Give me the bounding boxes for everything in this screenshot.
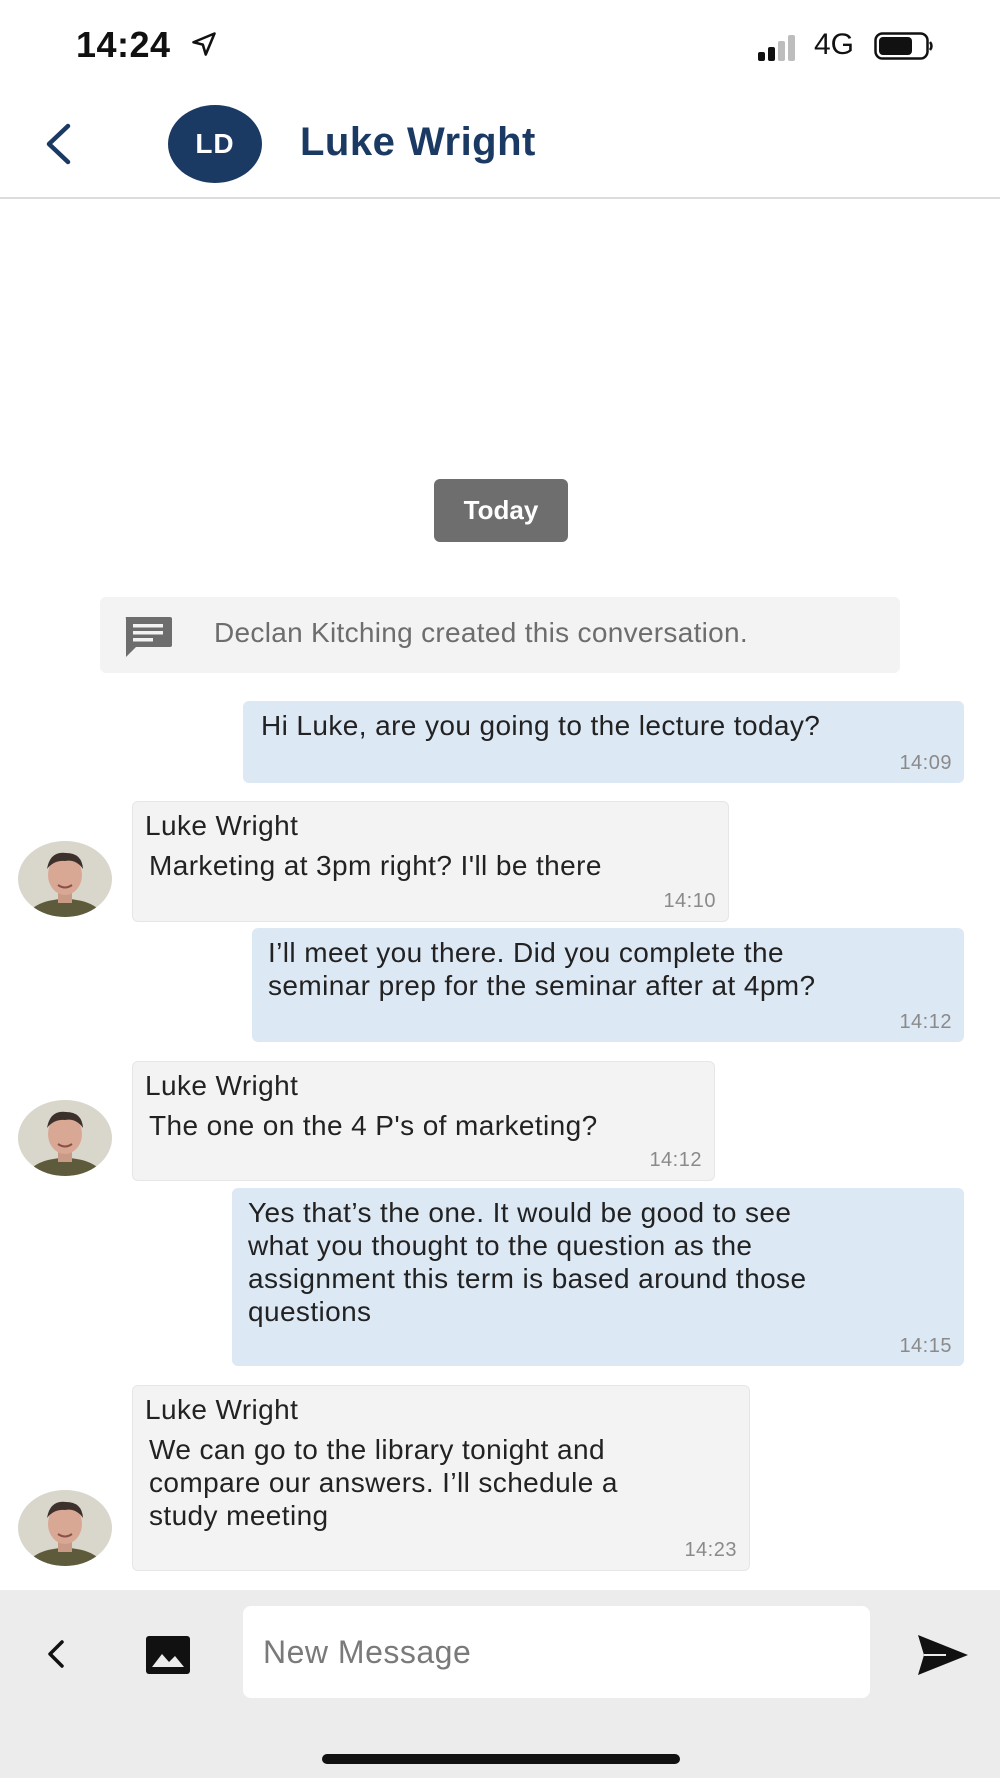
message-list[interactable]: Today Declan Kitching created this conve… [0, 199, 1000, 1589]
send-icon[interactable] [916, 1632, 970, 1678]
outgoing-message[interactable]: Hi Luke, are you going to the lecture to… [243, 701, 964, 783]
message-text: We can go to the library tonight and com… [149, 1434, 618, 1531]
status-time: 14:24 [76, 24, 171, 65]
date-separator: Today [434, 479, 568, 542]
message-text: Marketing at 3pm right? I'll be there [149, 850, 602, 881]
message-text: Hi Luke, are you going to the lecture to… [261, 710, 821, 741]
message-text: I’ll meet you there. Did you complete th… [268, 937, 816, 1001]
avatar-photo-icon [18, 1490, 112, 1566]
sender-avatar[interactable] [18, 1490, 112, 1566]
avatar-photo-icon [18, 1100, 112, 1176]
chevron-left-icon [48, 1640, 64, 1668]
chevron-left-icon [46, 123, 71, 165]
contact-avatar[interactable]: LD [168, 105, 262, 183]
message-time: 14:12 [899, 1011, 952, 1033]
outgoing-message[interactable]: I’ll meet you there. Did you complete th… [252, 928, 964, 1042]
sender-avatar[interactable] [18, 1100, 112, 1176]
message-time: 14:09 [899, 752, 952, 774]
message-time: 14:15 [899, 1335, 952, 1357]
conversation-header: LD Luke Wright [0, 92, 1000, 199]
sender-avatar[interactable] [18, 841, 112, 917]
message-sender: Luke Wright [145, 1070, 299, 1101]
message-sender: Luke Wright [145, 810, 299, 841]
battery-icon [874, 32, 933, 60]
incoming-message[interactable]: Luke Wright Marketing at 3pm right? I'll… [132, 801, 729, 922]
message-time: 14:10 [663, 890, 716, 912]
message-sender: Luke Wright [145, 1394, 299, 1425]
collapse-button[interactable] [38, 1634, 74, 1674]
avatar-photo-icon [18, 841, 112, 917]
image-icon[interactable] [144, 1634, 192, 1676]
contact-name[interactable]: Luke Wright [300, 120, 536, 165]
location-arrow-icon [192, 32, 216, 56]
chat-bubble-icon [125, 617, 172, 657]
home-indicator[interactable] [322, 1754, 680, 1764]
system-message: Declan Kitching created this conversatio… [100, 597, 900, 673]
back-button[interactable] [28, 114, 88, 174]
message-text: Yes that’s the one. It would be good to … [248, 1197, 807, 1327]
incoming-message[interactable]: Luke Wright We can go to the library ton… [132, 1385, 750, 1571]
incoming-message[interactable]: Luke Wright The one on the 4 P's of mark… [132, 1061, 715, 1181]
outgoing-message[interactable]: Yes that’s the one. It would be good to … [232, 1188, 964, 1366]
message-time: 14:23 [684, 1539, 737, 1561]
message-input[interactable] [243, 1606, 870, 1698]
composer-bar [0, 1590, 1000, 1778]
status-bar: 14:24 4G [0, 0, 1000, 92]
message-text: The one on the 4 P's of marketing? [149, 1110, 598, 1141]
message-time: 14:12 [649, 1149, 702, 1171]
system-message-text: Declan Kitching created this conversatio… [214, 617, 748, 648]
network-type: 4G [814, 28, 855, 61]
